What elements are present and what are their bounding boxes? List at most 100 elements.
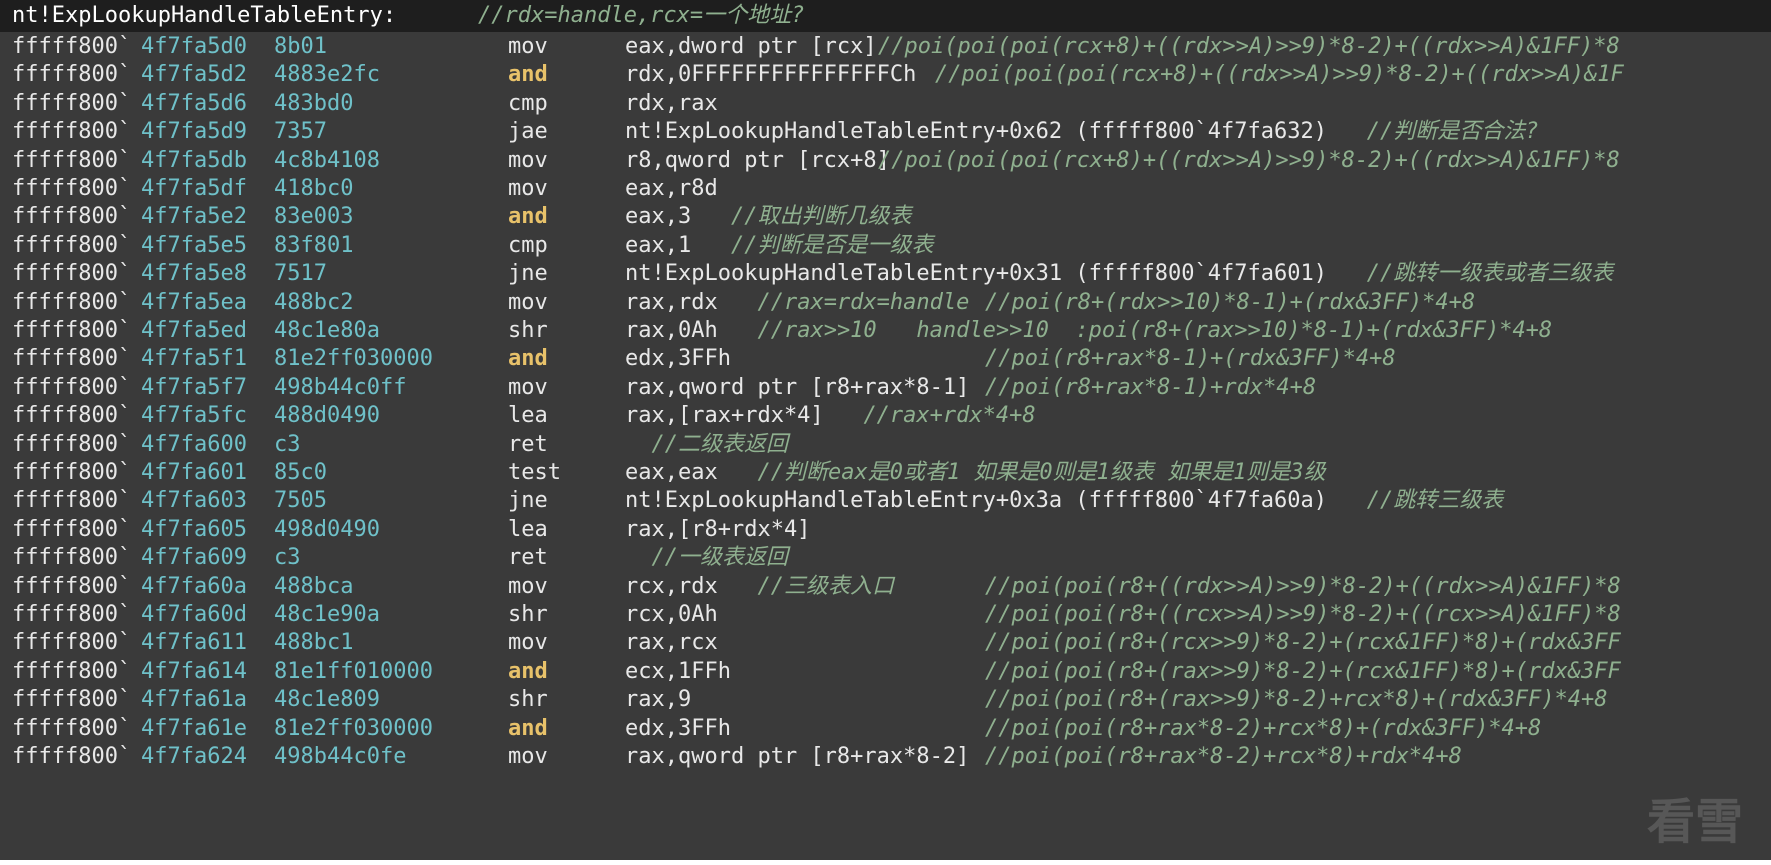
inline-comment: //跳转三级表 <box>1366 488 1504 514</box>
address-high: fffff800` <box>12 687 132 713</box>
mnemonic: test <box>508 460 561 485</box>
opcode-bytes: 418bc0 <box>274 176 354 201</box>
mnemonic: mov <box>508 34 548 59</box>
operands-cell: edx,3FFh <box>625 343 731 375</box>
table-row[interactable]: fffff800` 4f7fa5d2 4883e2fc and rdx,0FFFFFFF… <box>0 59 1771 91</box>
inline-comment: //跳转一级表或者三级表 <box>1366 261 1614 287</box>
table-row[interactable]: fffff800` 4f7fa5f7 498b44c0ff mov rax,qword … <box>0 372 1771 404</box>
function-header: nt!ExpLookupHandleTableEntry: //rdx=hand… <box>0 0 1771 32</box>
table-row[interactable]: fffff800` 4f7fa5d9 7357 jae nt!ExpLookupHand… <box>0 116 1771 148</box>
mnemonic: mov <box>508 573 548 599</box>
formula-comment: //poi(poi(r8+(rcx>>9)*8-2)+(rcx&1FF)*8)+… <box>985 630 1621 656</box>
operands-cell: rdx,0FFFFFFFFFFFFFFFCh <box>625 59 916 91</box>
table-row[interactable]: fffff800` 4f7fa611 488bc1 mov rax,rcx //poi(p… <box>0 627 1771 659</box>
formula-comment: //poi(r8+rax*8-1)+(rdx&3FF)*4+8 <box>985 346 1396 372</box>
opcode-bytes: 81e1ff010000 <box>274 658 433 684</box>
formula-comment: //poi(r8+(rdx>>10)*8-1)+(rdx&3FF)*4+8 <box>985 289 1476 315</box>
address-high: fffff800` <box>12 176 132 201</box>
table-row[interactable]: fffff800` 4f7fa5ed 48c1e80a shr rax,0Ah //ra… <box>0 315 1771 347</box>
opcode-bytes: 7517 <box>274 261 327 287</box>
inline-comment: //rax>>10 handle>>10 :poi(r8+(rax>>10)*8… <box>757 318 1553 343</box>
mnemonic: mov <box>508 630 548 656</box>
opcode-bytes: 83f801 <box>274 232 354 258</box>
operands-cell: rax,0Ah //rax>>10 handle>>10 :poi(r8+(ra… <box>625 315 1552 347</box>
mnemonic: jae <box>508 119 548 145</box>
watermark-logo: 看雪 <box>1646 794 1743 850</box>
operands: rax,qword ptr [r8+rax*8-1] <box>625 374 970 400</box>
operands-cell: eax,dword ptr [rcx] <box>625 31 877 63</box>
formula-comment: //poi(poi(poi(rcx+8)+((rdx>>A)>>9)*8-2)+… <box>878 147 1620 173</box>
table-row[interactable]: fffff800` 4f7fa61a 48c1e809 shr rax,9 //poi(p… <box>0 684 1771 716</box>
table-row[interactable]: fffff800` 4f7fa5e5 83f801 cmp eax,1 //判断是否是一… <box>0 230 1771 262</box>
address-low: 4f7fa611 <box>141 630 247 656</box>
table-row[interactable]: fffff800` 4f7fa601 85c0 test eax,eax //判断eax… <box>0 457 1771 489</box>
opcode-bytes: 498d0490 <box>274 516 380 542</box>
operands: rax,rdx <box>625 289 718 315</box>
address-high: fffff800` <box>12 744 132 769</box>
address-high: fffff800` <box>12 630 132 656</box>
mnemonic: mov <box>508 147 548 173</box>
address-low: 4f7fa5e5 <box>141 232 247 258</box>
operands-cell: eax,3 //取出判断几级表 <box>625 201 911 233</box>
function-header-row: nt!ExpLookupHandleTableEntry: //rdx=hand… <box>0 0 1771 32</box>
mnemonic: and <box>508 62 548 88</box>
opcode-bytes: 48c1e80a <box>274 318 380 343</box>
operands: eax,eax <box>625 460 718 485</box>
table-row[interactable]: fffff800` 4f7fa603 7505 jne nt!ExpLookupHand… <box>0 485 1771 517</box>
mnemonic: shr <box>508 318 548 343</box>
opcode-bytes: 4c8b4108 <box>274 147 380 173</box>
table-row[interactable]: fffff800` 4f7fa614 81e1ff010000 and ecx,1FFh… <box>0 656 1771 688</box>
mnemonic: ret <box>508 545 548 571</box>
address-high: fffff800` <box>12 119 132 145</box>
address-low: 4f7fa601 <box>141 460 247 485</box>
mnemonic: shr <box>508 687 548 713</box>
mnemonic: jne <box>508 261 548 287</box>
inline-comment: //三级表入口 <box>757 573 894 599</box>
table-row[interactable]: fffff800` 4f7fa5e8 7517 jne nt!ExpLookupHand… <box>0 258 1771 290</box>
operands-cell: //一级表返回 <box>625 542 788 574</box>
formula-comment: //poi(poi(r8+((rdx>>A)>>9)*8-2)+((rdx>>A… <box>985 573 1621 599</box>
opcode-bytes: 48c1e90a <box>274 602 380 627</box>
table-row[interactable]: fffff800` 4f7fa624 498b44c0fe mov rax,qword … <box>0 741 1771 773</box>
opcode-bytes: 7357 <box>274 119 327 145</box>
opcode-bytes: c3 <box>274 431 301 457</box>
table-row[interactable]: fffff800` 4f7fa5db 4c8b4108 mov r8,qword ptr… <box>0 145 1771 177</box>
operands-cell: rax,qword ptr [r8+rax*8-1] <box>625 372 969 404</box>
table-row[interactable]: fffff800` 4f7fa60d 48c1e90a shr rcx,0Ah //poi… <box>0 599 1771 631</box>
address-low: 4f7fa5df <box>141 176 247 201</box>
opcode-bytes: 488bc2 <box>274 289 354 315</box>
mnemonic: and <box>508 204 548 230</box>
address-high: fffff800` <box>12 62 132 88</box>
operands: edx,3FFh <box>625 346 731 372</box>
operands-cell: eax,1 //判断是否是一级表 <box>625 230 933 262</box>
table-row[interactable]: fffff800` 4f7fa60a 488bca mov rcx,rdx //三级表入… <box>0 571 1771 603</box>
table-row[interactable]: fffff800` 4f7fa5ea 488bc2 mov rax,rdx //rax=… <box>0 287 1771 319</box>
formula-comment: //poi(poi(r8+(rax>>9)*8-2)+rcx*8)+(rdx&3… <box>985 687 1608 713</box>
table-row[interactable]: fffff800` 4f7fa5df 418bc0 mov eax,r8d <box>0 173 1771 205</box>
address-high: fffff800` <box>12 232 132 258</box>
table-row[interactable]: fffff800` 4f7fa600 c3 ret //二级表返回 <box>0 429 1771 461</box>
operands: rax,rcx <box>625 630 718 656</box>
mnemonic: lea <box>508 403 548 429</box>
function-symbol[interactable]: nt!ExpLookupHandleTableEntry: <box>12 0 396 32</box>
address-high: fffff800` <box>12 545 132 571</box>
address-high: fffff800` <box>12 516 132 542</box>
table-row[interactable]: fffff800` 4f7fa5f1 81e2ff030000 and edx,3FFh… <box>0 343 1771 375</box>
formula-comment: //poi(poi(r8+(rax>>9)*8-2)+(rcx&1FF)*8)+… <box>985 658 1621 684</box>
table-row[interactable]: fffff800` 4f7fa5fc 488d0490 lea rax,[rax+rdx… <box>0 400 1771 432</box>
table-row[interactable]: fffff800` 4f7fa609 c3 ret //一级表返回 <box>0 542 1771 574</box>
table-row[interactable]: fffff800` 4f7fa605 498d0490 lea rax,[r8+rdx*… <box>0 514 1771 546</box>
address-low: 4f7fa5db <box>141 147 247 173</box>
table-row[interactable]: fffff800` 4f7fa61e 81e2ff030000 and edx,3FFh… <box>0 713 1771 745</box>
address-high: fffff800` <box>12 34 132 59</box>
address-high: fffff800` <box>12 602 132 627</box>
operands: nt!ExpLookupHandleTableEntry+0x31 (fffff… <box>625 261 1327 287</box>
mnemonic: mov <box>508 176 548 201</box>
table-row[interactable]: fffff800` 4f7fa5e2 83e003 and eax,3 //取出判断几级… <box>0 201 1771 233</box>
header-comment: //rdx=handle,rcx=一个地址? <box>478 3 805 28</box>
operands: ecx,1FFh <box>625 658 731 684</box>
table-row[interactable]: fffff800` 4f7fa5d0 8b01 mov eax,dword ptr [r… <box>0 31 1771 63</box>
address-high: fffff800` <box>12 147 132 173</box>
address-low: 4f7fa61e <box>141 715 247 741</box>
table-row[interactable]: fffff800` 4f7fa5d6 483bd0 cmp rdx,rax <box>0 88 1771 120</box>
